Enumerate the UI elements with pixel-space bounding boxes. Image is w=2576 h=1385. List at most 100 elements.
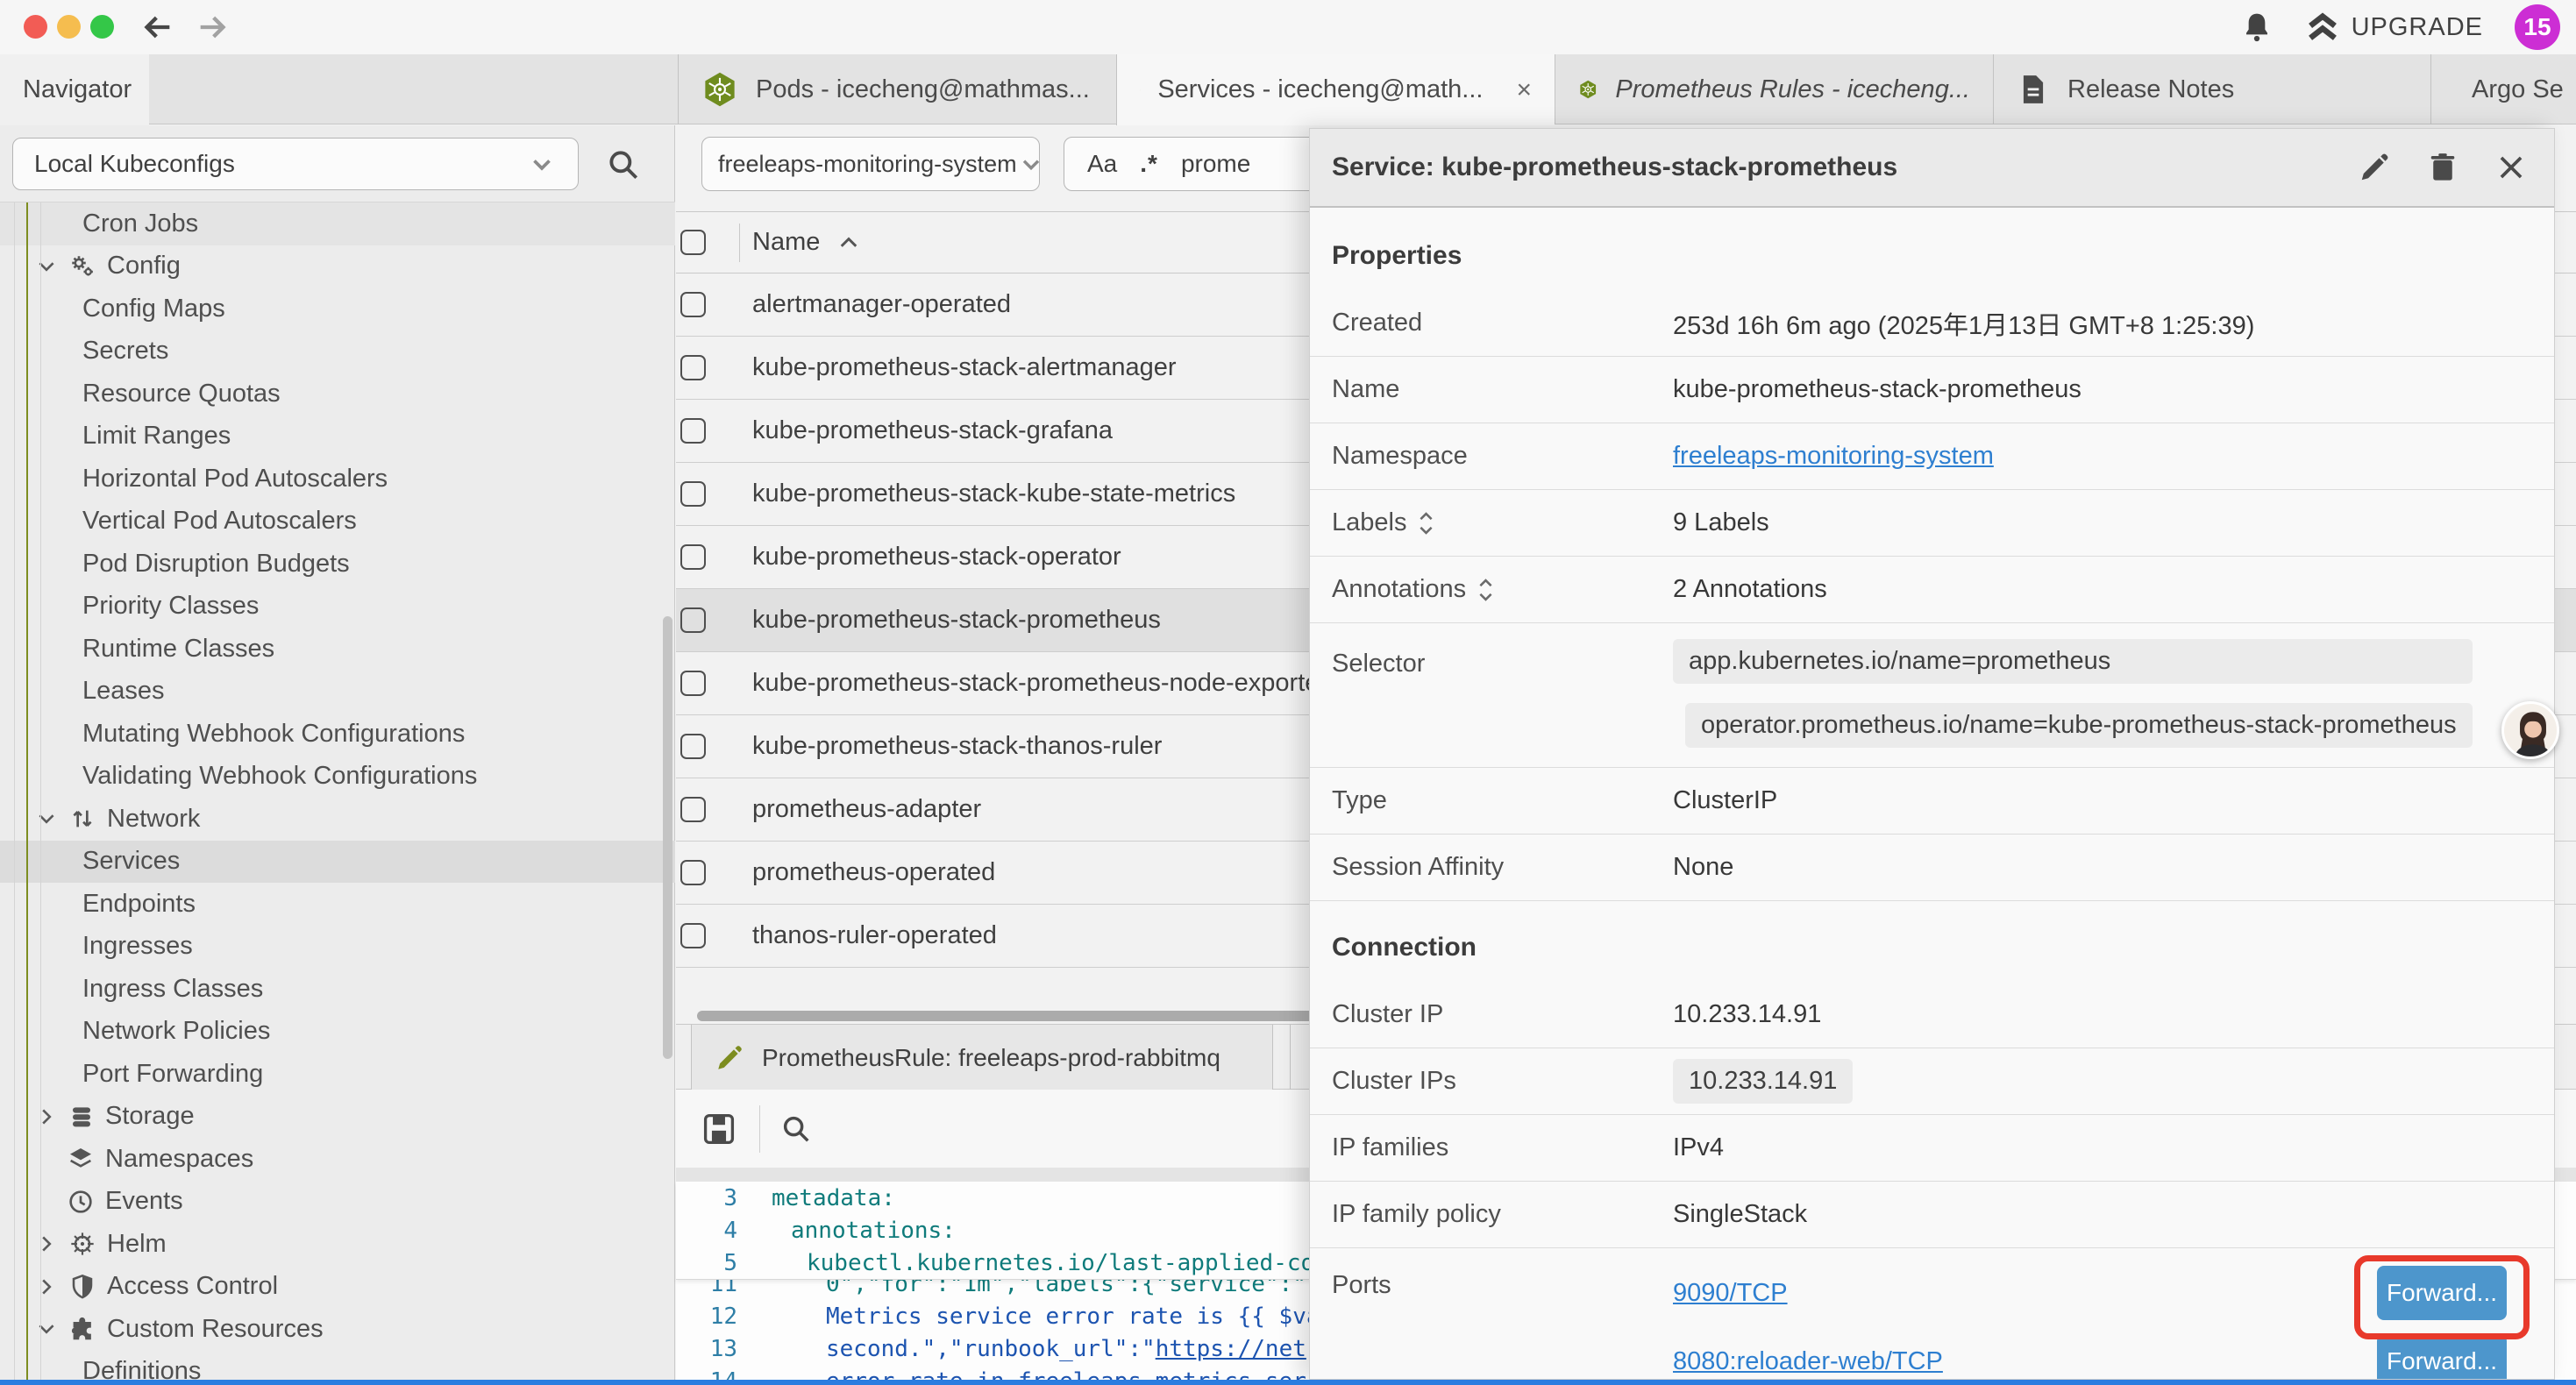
sort-ascending-icon[interactable] — [839, 235, 858, 251]
row-checkbox[interactable] — [680, 292, 706, 317]
chevron-right-icon[interactable] — [35, 1232, 58, 1255]
kubernetes-icon — [701, 69, 738, 110]
chevron-down-icon — [1017, 150, 1045, 179]
chevron-down-icon[interactable] — [35, 807, 58, 830]
sidebar-item-ingresses[interactable]: Ingresses — [0, 926, 675, 969]
annotations-count[interactable]: 2 Annotations — [1673, 575, 1827, 604]
sidebar-item-runtime-classes[interactable]: Runtime Classes — [0, 628, 675, 671]
toolbar-divider — [759, 1105, 760, 1153]
sidebar-item-config[interactable]: Config — [0, 245, 675, 288]
row-checkbox[interactable] — [680, 734, 706, 759]
match-case-toggle[interactable]: Aa — [1087, 150, 1117, 178]
regex-toggle[interactable]: .* — [1140, 150, 1158, 178]
forward-button-8080[interactable]: Forward... — [2377, 1334, 2507, 1379]
code-url-link[interactable]: https://net — [1156, 1336, 1306, 1362]
port-link-8080[interactable]: 8080:reloader-web/TCP — [1673, 1347, 1943, 1376]
namespace-filter-select[interactable]: freeleaps-monitoring-system — [701, 137, 1040, 191]
sidebar-item-secrets[interactable]: Secrets — [0, 330, 675, 373]
sidebar-item-priority-classes[interactable]: Priority Classes — [0, 586, 675, 629]
close-window-button[interactable] — [24, 15, 47, 39]
tab-pods[interactable]: Pods - icecheng@mathmas... — [678, 54, 1116, 124]
tab-release-notes[interactable]: Release Notes — [1993, 54, 2430, 124]
close-icon[interactable] — [2494, 151, 2528, 184]
sidebar-item-port-forwarding[interactable]: Port Forwarding — [0, 1053, 675, 1096]
sidebar-item-cron-jobs[interactable]: Cron Jobs — [0, 202, 675, 245]
editor-search-icon[interactable] — [779, 1112, 813, 1146]
close-tab-icon[interactable]: × — [1516, 75, 1532, 105]
connection-row-cluster-ip: Cluster IP 10.233.14.91 — [1310, 982, 2554, 1048]
property-row-type: Type ClusterIP — [1310, 768, 2554, 835]
selector-chip[interactable]: operator.prometheus.io/name=kube-prometh… — [1685, 703, 2473, 748]
chevron-right-icon[interactable] — [35, 1275, 58, 1298]
row-checkbox[interactable] — [680, 607, 706, 633]
sidebar-item-helm[interactable]: Helm — [0, 1223, 675, 1266]
sidebar-item-leases[interactable]: Leases — [0, 671, 675, 714]
sort-updown-icon[interactable] — [1419, 510, 1434, 536]
edit-icon[interactable] — [2358, 151, 2391, 184]
sidebar-item-events[interactable]: Events — [0, 1181, 675, 1224]
cluster-ip-chip[interactable]: 10.233.14.91 — [1673, 1059, 1853, 1104]
save-icon[interactable] — [700, 1110, 738, 1148]
sidebar-item-custom-resources[interactable]: Custom Resources — [0, 1308, 675, 1351]
zoom-window-button[interactable] — [90, 15, 114, 39]
sidebar-item-mutating-webhook-configurations[interactable]: Mutating Webhook Configurations — [0, 713, 675, 756]
sidebar-item-horizontal-pod-autoscalers[interactable]: Horizontal Pod Autoscalers — [0, 458, 675, 501]
detail-header: Service: kube-prometheus-stack-prometheu… — [1310, 129, 2554, 208]
tab-prometheus-rules[interactable]: Prometheus Rules - icecheng... — [1555, 54, 1993, 124]
delete-icon[interactable] — [2426, 151, 2459, 184]
sidebar-item-network[interactable]: Network — [0, 798, 675, 841]
row-checkbox[interactable] — [680, 355, 706, 380]
sidebar-item-access-control[interactable]: Access Control — [0, 1266, 675, 1309]
sidebar-item-resource-quotas[interactable]: Resource Quotas — [0, 373, 675, 416]
labels-count[interactable]: 9 Labels — [1673, 508, 1769, 537]
chevron-down-icon[interactable] — [35, 1318, 58, 1340]
row-checkbox[interactable] — [680, 418, 706, 444]
back-icon[interactable] — [140, 10, 175, 45]
annotation-highlight-box — [2354, 1255, 2530, 1339]
tab-argo[interactable]: Argo Se — [2430, 54, 2576, 124]
chevron-down-icon[interactable] — [35, 255, 58, 278]
row-checkbox[interactable] — [680, 481, 706, 507]
row-checkbox[interactable] — [680, 797, 706, 822]
sidebar-item-namespaces[interactable]: Namespaces — [0, 1138, 675, 1181]
port-link-9090[interactable]: 9090/TCP — [1673, 1279, 1788, 1308]
sidebar-item-network-policies[interactable]: Network Policies — [0, 1011, 675, 1054]
sidebar-item-endpoints[interactable]: Endpoints — [0, 883, 675, 926]
notification-badge[interactable]: 15 — [2515, 4, 2560, 50]
sidebar-item-config-maps[interactable]: Config Maps — [0, 288, 675, 330]
row-checkbox[interactable] — [680, 860, 706, 885]
sidebar-item-ingress-classes[interactable]: Ingress Classes — [0, 968, 675, 1011]
sidebar-item-limit-ranges[interactable]: Limit Ranges — [0, 416, 675, 458]
selector-chip[interactable]: app.kubernetes.io/name=prometheus — [1673, 639, 2473, 684]
bell-icon[interactable] — [2239, 10, 2274, 45]
storage-database-icon — [68, 1104, 95, 1130]
kubeconfig-selector[interactable]: Local Kubeconfigs — [12, 138, 579, 190]
namespace-link[interactable]: freeleaps-monitoring-system — [1673, 442, 1994, 471]
code-line: kubectl.kubernetes.io/last-applied-co — [772, 1250, 1314, 1276]
search-icon[interactable] — [605, 146, 642, 183]
avatar[interactable] — [2501, 701, 2559, 759]
editor-tab-prometheusrule[interactable]: PrometheusRule: freeleaps-prod-rabbitmq — [691, 1025, 1273, 1090]
sort-updown-icon[interactable] — [1478, 577, 1493, 603]
row-checkbox[interactable] — [680, 671, 706, 696]
sidebar-item-pod-disruption-budgets[interactable]: Pod Disruption Budgets — [0, 543, 675, 586]
row-checkbox[interactable] — [680, 544, 706, 570]
column-header-name[interactable]: Name — [752, 228, 820, 257]
property-row-selector: Selector app.kubernetes.io/name=promethe… — [1310, 623, 2554, 768]
minimize-window-button[interactable] — [57, 15, 81, 39]
property-row-session-affinity: Session Affinity None — [1310, 835, 2554, 901]
sidebar-item-storage[interactable]: Storage — [0, 1096, 675, 1139]
chevron-right-icon[interactable] — [35, 1105, 58, 1128]
sidebar-item-validating-webhook-configurations[interactable]: Validating Webhook Configurations — [0, 756, 675, 799]
tab-services[interactable]: Services - icecheng@math... × — [1116, 54, 1555, 125]
config-gear-icon — [68, 252, 96, 281]
port-line-9090: 9090/TCP Forward... — [1673, 1259, 2543, 1327]
row-checkbox[interactable] — [680, 923, 706, 948]
sidebar-item-services[interactable]: Services — [0, 841, 675, 884]
upgrade-button[interactable]: UPGRADE — [2306, 12, 2483, 42]
forward-icon[interactable] — [195, 10, 230, 45]
navigator-panel-tab[interactable]: Navigator — [0, 54, 149, 125]
select-all-checkbox[interactable] — [680, 230, 706, 255]
sidebar-scrollbar[interactable] — [663, 616, 672, 1059]
sidebar-item-vertical-pod-autoscalers[interactable]: Vertical Pod Autoscalers — [0, 501, 675, 543]
